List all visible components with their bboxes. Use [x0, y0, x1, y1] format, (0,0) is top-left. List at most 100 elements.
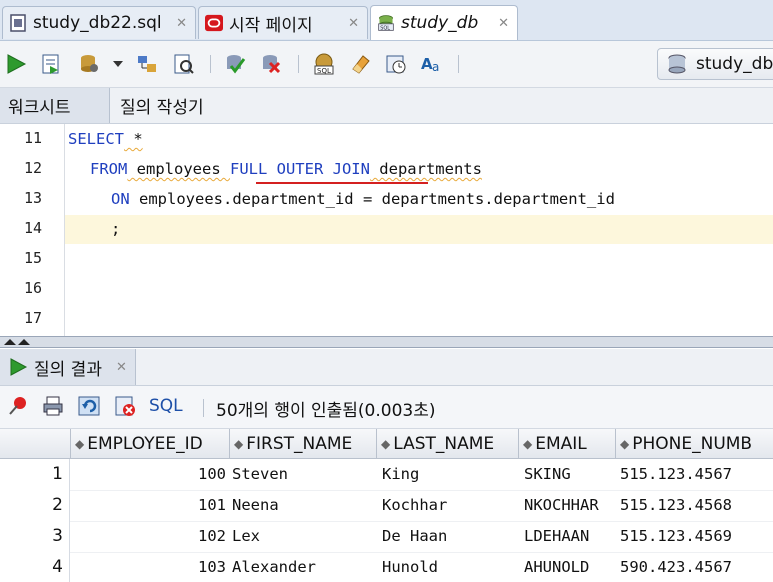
sql-gear-icon: SQL	[314, 53, 334, 75]
run-script-button[interactable]	[38, 51, 64, 77]
cancel-query-button[interactable]	[113, 394, 137, 418]
table-cell[interactable]: De Haan	[380, 521, 519, 552]
tab-study-db[interactable]: SQL study_db ✕	[370, 5, 518, 40]
worksheet-subtab-bar: 워크시트 질의 작성기	[0, 88, 773, 124]
table-cell[interactable]: Alexander	[230, 552, 377, 582]
close-icon[interactable]: ✕	[176, 16, 187, 31]
result-toolbar: SQL 50개의 행이 인출됨(0.003초)	[0, 386, 773, 429]
line-number: 12	[23, 159, 42, 177]
line-number: 14	[23, 219, 42, 237]
printer-icon	[43, 396, 63, 416]
table-cell[interactable]: 100	[71, 459, 230, 490]
sort-icon: ◆	[620, 436, 630, 451]
table-cell[interactable]: Steven	[230, 459, 377, 490]
table-cell[interactable]: 515.123.4569	[618, 521, 773, 552]
sql-worksheet-icon: SQL	[377, 14, 395, 32]
close-icon[interactable]: ✕	[498, 16, 509, 31]
line-number: 15	[23, 249, 42, 267]
sort-icon: ◆	[75, 436, 85, 451]
table-cell[interactable]: 102	[71, 521, 230, 552]
row-number[interactable]: 1	[0, 459, 70, 490]
sort-icon: ◆	[234, 436, 244, 451]
clear-button[interactable]	[347, 51, 373, 77]
column-header-email[interactable]: ◆ EMAIL	[519, 429, 616, 459]
pin-icon	[9, 397, 26, 415]
tab-start-page[interactable]: 시작 페이지 ✕	[198, 6, 368, 39]
table-cell[interactable]: 103	[71, 552, 230, 582]
clock-icon	[386, 55, 406, 74]
svg-text:SQL: SQL	[317, 67, 331, 75]
table-cell[interactable]: SKING	[522, 459, 616, 490]
oracle-icon	[205, 14, 223, 32]
table-cell[interactable]: 515.123.4567	[618, 459, 773, 490]
tab-study-db22-sql[interactable]: study_db22.sql ✕	[2, 6, 196, 39]
line-number: 17	[23, 309, 42, 327]
line-number-gutter: 11 12 13 14 15 16 17	[0, 124, 65, 336]
svg-text:SQL: SQL	[380, 26, 390, 32]
row-number[interactable]: 2	[0, 490, 70, 521]
close-icon[interactable]: ✕	[116, 360, 127, 375]
tab-worksheet[interactable]: 워크시트	[0, 88, 110, 123]
table-cell[interactable]: 590.423.4567	[618, 552, 773, 582]
eraser-icon	[352, 55, 370, 74]
explain-plan-button[interactable]	[134, 51, 160, 77]
sql-file-icon	[9, 14, 27, 32]
database-icon	[666, 53, 688, 75]
tab-query-builder[interactable]: 질의 작성기	[112, 88, 212, 123]
autotrace-button[interactable]	[76, 51, 102, 77]
print-button[interactable]	[41, 394, 65, 418]
history-button[interactable]	[383, 51, 409, 77]
panel-splitter[interactable]	[0, 336, 773, 348]
line-number: 16	[23, 279, 42, 297]
text-case-icon: Aa	[421, 55, 439, 74]
splitter-arrows-icon	[4, 339, 30, 345]
sql-editor[interactable]: 11 12 13 14 15 16 17 SELECT * FROM emplo…	[0, 124, 773, 336]
table-cell[interactable]: King	[380, 459, 519, 490]
code-line: ;	[111, 220, 121, 238]
explain-plan-icon	[138, 56, 156, 72]
tab-query-result[interactable]: 질의 결과 ✕	[0, 349, 136, 385]
table-cell[interactable]: 101	[71, 490, 230, 521]
play-icon	[10, 358, 28, 376]
format-button[interactable]: Aa	[419, 51, 445, 77]
connection-selector[interactable]: study_db	[657, 48, 773, 80]
database-gear-icon	[81, 55, 98, 72]
row-number[interactable]: 4	[0, 552, 70, 582]
table-cell[interactable]: NKOCHHAR	[522, 490, 616, 521]
current-line-highlight	[65, 215, 773, 244]
table-cell[interactable]: Kochhar	[380, 490, 519, 521]
document-tab-bar: study_db22.sql ✕ 시작 페이지 ✕ SQL study_db ✕	[0, 0, 773, 41]
table-cell[interactable]: Lex	[230, 521, 377, 552]
refresh-button[interactable]	[78, 394, 102, 418]
sort-icon: ◆	[523, 436, 533, 451]
rollback-button[interactable]	[258, 51, 284, 77]
row-number[interactable]: 3	[0, 521, 70, 552]
cancel-icon	[115, 396, 135, 416]
pin-button[interactable]	[6, 394, 30, 418]
refresh-icon	[78, 396, 100, 416]
result-grid[interactable]: ◆ EMPLOYEE_ID ◆ FIRST_NAME ◆ LAST_NAME ◆ EMA…	[0, 429, 773, 582]
column-header-phone-number[interactable]: ◆ PHONE_NUMB	[616, 429, 773, 459]
column-header-employee-id[interactable]: ◆ EMPLOYEE_ID	[71, 429, 230, 459]
table-cell[interactable]: 515.123.4568	[618, 490, 773, 521]
sql-link[interactable]: SQL	[149, 396, 183, 416]
unshared-worksheet-button[interactable]: SQL	[311, 51, 337, 77]
close-icon[interactable]: ✕	[348, 16, 359, 31]
fetch-status: 50개의 행이 인출됨(0.003초)	[216, 401, 436, 421]
sql-tuning-button[interactable]	[171, 51, 197, 77]
sort-icon: ◆	[381, 436, 391, 451]
column-header-last-name[interactable]: ◆ LAST_NAME	[377, 429, 519, 459]
table-cell[interactable]: Hunold	[380, 552, 519, 582]
line-number: 11	[23, 129, 42, 147]
code-line: SELECT *	[68, 130, 143, 148]
table-cell[interactable]: Neena	[230, 490, 377, 521]
row-number-header	[0, 429, 71, 459]
table-cell[interactable]: LDEHAAN	[522, 521, 616, 552]
run-statement-button[interactable]	[3, 51, 29, 77]
svg-text:a: a	[432, 60, 439, 74]
column-header-first-name[interactable]: ◆ FIRST_NAME	[230, 429, 377, 459]
magnifier-doc-icon	[174, 54, 194, 74]
chevron-down-icon[interactable]	[108, 51, 128, 77]
table-cell[interactable]: AHUNOLD	[522, 552, 616, 582]
commit-button[interactable]	[222, 51, 248, 77]
